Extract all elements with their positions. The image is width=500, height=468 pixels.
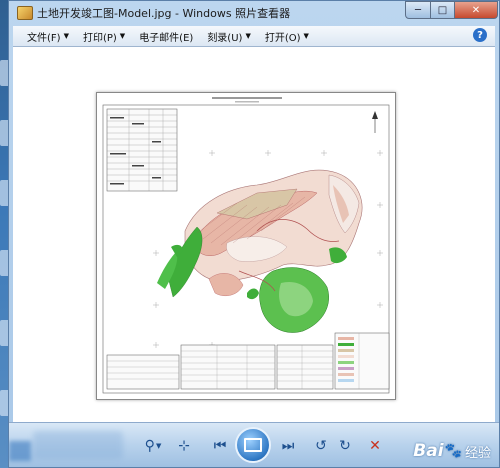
image-viewport[interactable]: [13, 47, 495, 423]
zoom-button[interactable]: ⚲ ▼: [141, 435, 165, 457]
photo-viewer-app-icon: [17, 6, 33, 20]
menu-file[interactable]: 文件(F) ▼: [27, 29, 69, 44]
menu-file-label: 文件(F): [27, 32, 61, 44]
chevron-down-icon: ▼: [63, 32, 69, 40]
rotate-right-icon: ↻: [339, 438, 351, 454]
magnifier-icon: ⚲: [144, 438, 155, 454]
minimize-button[interactable]: ─: [405, 1, 431, 19]
blurred-thumbnail: [9, 441, 31, 461]
displayed-image: [96, 92, 396, 400]
close-button[interactable]: ✕: [454, 1, 498, 19]
baidu-paw-icon: 🐾: [444, 443, 462, 459]
north-arrow-icon: [372, 111, 378, 133]
previous-button[interactable]: ⏮: [209, 435, 231, 457]
blurred-thumbnail: [33, 431, 123, 459]
window-title: 土地开发竣工图-Model.jpg - Windows 照片查看器: [37, 7, 291, 20]
statistics-tables: [106, 332, 390, 390]
rotate-left-icon: ↺: [315, 438, 327, 454]
rotate-counterclockwise-button[interactable]: ↺: [311, 435, 331, 457]
chevron-down-icon: ▼: [303, 32, 309, 40]
menu-print-label: 打印(P): [82, 32, 117, 44]
menu-email-label: 电子邮件(E): [139, 32, 194, 44]
chevron-down-icon: ▼: [119, 32, 126, 40]
menu-open[interactable]: 打开(O) ▼: [265, 29, 309, 44]
photo-viewer-window: 土地开发竣工图-Model.jpg - Windows 照片查看器 ─ □ ✕ …: [8, 0, 500, 468]
baidu-jingyan-watermark: Bai 🐾 经验: [413, 441, 491, 461]
map-land-parcels: [157, 169, 363, 333]
legend-table: [106, 108, 178, 192]
help-icon[interactable]: ?: [473, 28, 487, 42]
next-icon: ⏭: [281, 438, 295, 454]
delete-icon: ✕: [369, 438, 381, 454]
watermark-bai-text: Bai: [413, 441, 444, 461]
menu-open-label: 打开(O): [264, 32, 301, 44]
actual-size-button[interactable]: ⊹: [173, 435, 195, 457]
fit-window-icon: ⊹: [178, 438, 190, 454]
menu-bar: 文件(F) ▼ 打印(P) ▼ 电子邮件(E) 刻录(U) ▼ 打开(O) ▼ …: [13, 26, 495, 47]
menu-print[interactable]: 打印(P) ▼: [83, 29, 125, 44]
bottom-toolbar: ⚲ ▼ ⊹ ⏮ ⏭ ↺ ↻ ✕ Bai 🐾 经验: [9, 422, 499, 467]
menu-burn[interactable]: 刻录(U) ▼: [207, 29, 251, 44]
chevron-down-icon: ▼: [245, 32, 251, 40]
watermark-jingyan-text: 经验: [464, 445, 491, 461]
previous-icon: ⏮: [213, 438, 227, 454]
maximize-icon: □: [437, 4, 448, 16]
slideshow-icon: [244, 438, 262, 452]
minimize-icon: ─: [414, 4, 422, 16]
close-icon: ✕: [471, 4, 481, 16]
title-bar[interactable]: 土地开发竣工图-Model.jpg - Windows 照片查看器 ─ □ ✕: [9, 1, 499, 25]
chevron-down-icon: ▼: [155, 442, 162, 450]
menu-burn-label: 刻录(U): [207, 32, 243, 44]
next-button[interactable]: ⏭: [277, 435, 299, 457]
land-development-map-drawing: [102, 97, 390, 394]
menu-email[interactable]: 电子邮件(E): [139, 29, 193, 44]
maximize-button[interactable]: □: [430, 1, 455, 19]
rotate-clockwise-button[interactable]: ↻: [335, 435, 355, 457]
slideshow-button[interactable]: [235, 427, 271, 463]
delete-button[interactable]: ✕: [365, 435, 385, 457]
